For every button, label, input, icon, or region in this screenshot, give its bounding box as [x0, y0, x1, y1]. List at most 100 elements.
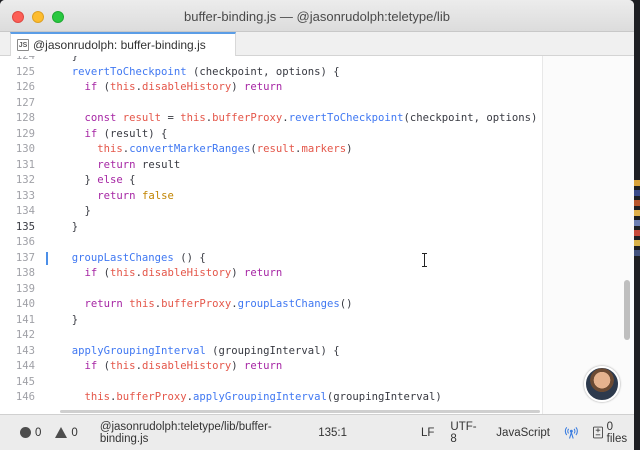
vertical-scrollbar[interactable] [624, 280, 630, 340]
code-token: applyGroupingInterval [192, 391, 327, 403]
collaborator-avatar[interactable] [584, 366, 620, 402]
code-line[interactable]: } [46, 313, 542, 329]
code-token: return [97, 158, 136, 171]
warning-count-label: 0 [71, 426, 78, 439]
line-number: 127 [15, 96, 35, 109]
code-line[interactable]: return false [46, 189, 542, 205]
tab-bar: JS @jasonrudolph: buffer-binding.js [0, 32, 634, 56]
code-token: false [141, 189, 174, 202]
code-line[interactable]: const result = this.bufferProxy.revertTo… [46, 111, 542, 127]
line-number: 129 [15, 127, 35, 140]
code-line[interactable]: } else { [46, 173, 542, 189]
window-title: buffer-binding.js — @jasonrudolph:telety… [184, 9, 450, 24]
line-number: 138 [15, 267, 35, 279]
line-number-gutter[interactable]: 124 125 126 127 128 129 130 131 132 133 134 135 136 1… [0, 56, 46, 407]
code-line[interactable]: return this.bufferProxy.groupLastChanges… [46, 297, 542, 313]
code-token: revertToCheckpoint [71, 65, 187, 78]
code-token: disableHistory [141, 81, 232, 93]
code-token: return [244, 267, 283, 279]
code-line[interactable] [46, 375, 542, 391]
code-token: bufferProxy [161, 298, 232, 310]
code-line[interactable]: applyGroupingInterval (groupingInterval)… [46, 344, 542, 360]
code-token: if [84, 127, 98, 140]
files-count-label: 0 files [606, 420, 628, 445]
code-token: this [97, 143, 123, 155]
code-token: ( [97, 267, 111, 279]
code-token: } [59, 220, 79, 233]
line-number: 146 [15, 391, 35, 403]
git-files-status[interactable]: 0 files [592, 420, 634, 445]
code-token: bufferProxy [116, 391, 187, 403]
code-line[interactable]: } [46, 220, 542, 236]
code-line[interactable]: return result [46, 158, 542, 174]
line-number: 136 [15, 236, 35, 248]
file-path[interactable]: @jasonrudolph:teletype/lib/buffer-bindin… [100, 421, 302, 445]
code-line[interactable]: if (result) { [46, 127, 542, 143]
code-line[interactable]: this.convertMarkerRanges(result.markers) [46, 142, 542, 158]
code-token: this [84, 391, 111, 403]
encoding-selector[interactable]: UTF-8 [450, 421, 480, 445]
horizontal-scrollbar[interactable] [60, 410, 540, 413]
code-line[interactable]: this.bufferProxy.applyGroupingInterval(g… [46, 390, 542, 406]
error-count-label: 0 [35, 426, 42, 439]
cursor-position[interactable]: 135:1 [318, 427, 347, 439]
code-token: result [135, 158, 181, 171]
code-token: } [59, 205, 91, 217]
code-token: bufferProxy [212, 112, 283, 124]
code-token: return [244, 360, 283, 372]
code-line[interactable] [46, 328, 542, 344]
line-ending-selector[interactable]: LF [421, 427, 434, 439]
status-bar: 0 0 @jasonrudolph:teletype/lib/buffer-bi… [0, 414, 634, 450]
code-area[interactable]: } revertToCheckpoint (checkpoint, option… [46, 56, 542, 407]
text-editor[interactable]: 124 125 126 127 128 129 130 131 132 133 134 135 136 1… [0, 56, 634, 414]
code-token: return [84, 298, 123, 310]
ibeam-cursor-icon [422, 253, 427, 267]
code-token: (checkpoint, options) { [186, 65, 340, 78]
code-line[interactable]: if (this.disableHistory) return [46, 359, 542, 375]
broadcast-icon[interactable] [564, 426, 579, 440]
minimap[interactable] [542, 56, 634, 414]
error-count[interactable]: 0 [20, 427, 41, 439]
code-line[interactable]: if (this.disableHistory) return [46, 80, 542, 96]
line-number: 137 [15, 251, 35, 264]
code-token: (result) { [97, 127, 168, 140]
line-number: 139 [15, 282, 35, 295]
code-token: ( [97, 81, 111, 93]
code-line[interactable] [46, 96, 542, 112]
error-circle-icon [20, 427, 31, 438]
code-line[interactable]: } [46, 204, 542, 220]
code-token: markers [301, 143, 347, 155]
code-token: return [244, 81, 283, 93]
line-number: 144 [15, 360, 35, 372]
code-line[interactable]: if (this.disableHistory) return [46, 266, 542, 282]
tab-buffer-binding[interactable]: JS @jasonrudolph: buffer-binding.js [10, 32, 236, 56]
line-number: 142 [15, 329, 35, 341]
code-token: this [110, 360, 136, 372]
line-number: 124 [15, 56, 35, 62]
code-line[interactable]: groupLastChanges () { [46, 251, 542, 267]
line-number: 140 [15, 298, 35, 310]
code-token: } [59, 174, 98, 186]
warning-count[interactable]: 0 [55, 426, 78, 439]
code-line[interactable]: revertToCheckpoint (checkpoint, options)… [46, 65, 542, 81]
code-token: groupLastChanges [71, 251, 174, 264]
code-token: const [84, 112, 117, 124]
code-token: this [110, 81, 136, 93]
code-token: (groupingInterval) { [205, 344, 340, 357]
code-line[interactable]: } [46, 56, 542, 65]
line-number: 126 [15, 81, 35, 93]
code-token: if [84, 267, 98, 279]
grammar-selector[interactable]: JavaScript [496, 427, 550, 439]
code-line[interactable] [46, 282, 542, 298]
line-number: 143 [15, 344, 35, 357]
code-token: ) [346, 143, 353, 155]
code-line[interactable] [46, 235, 542, 251]
